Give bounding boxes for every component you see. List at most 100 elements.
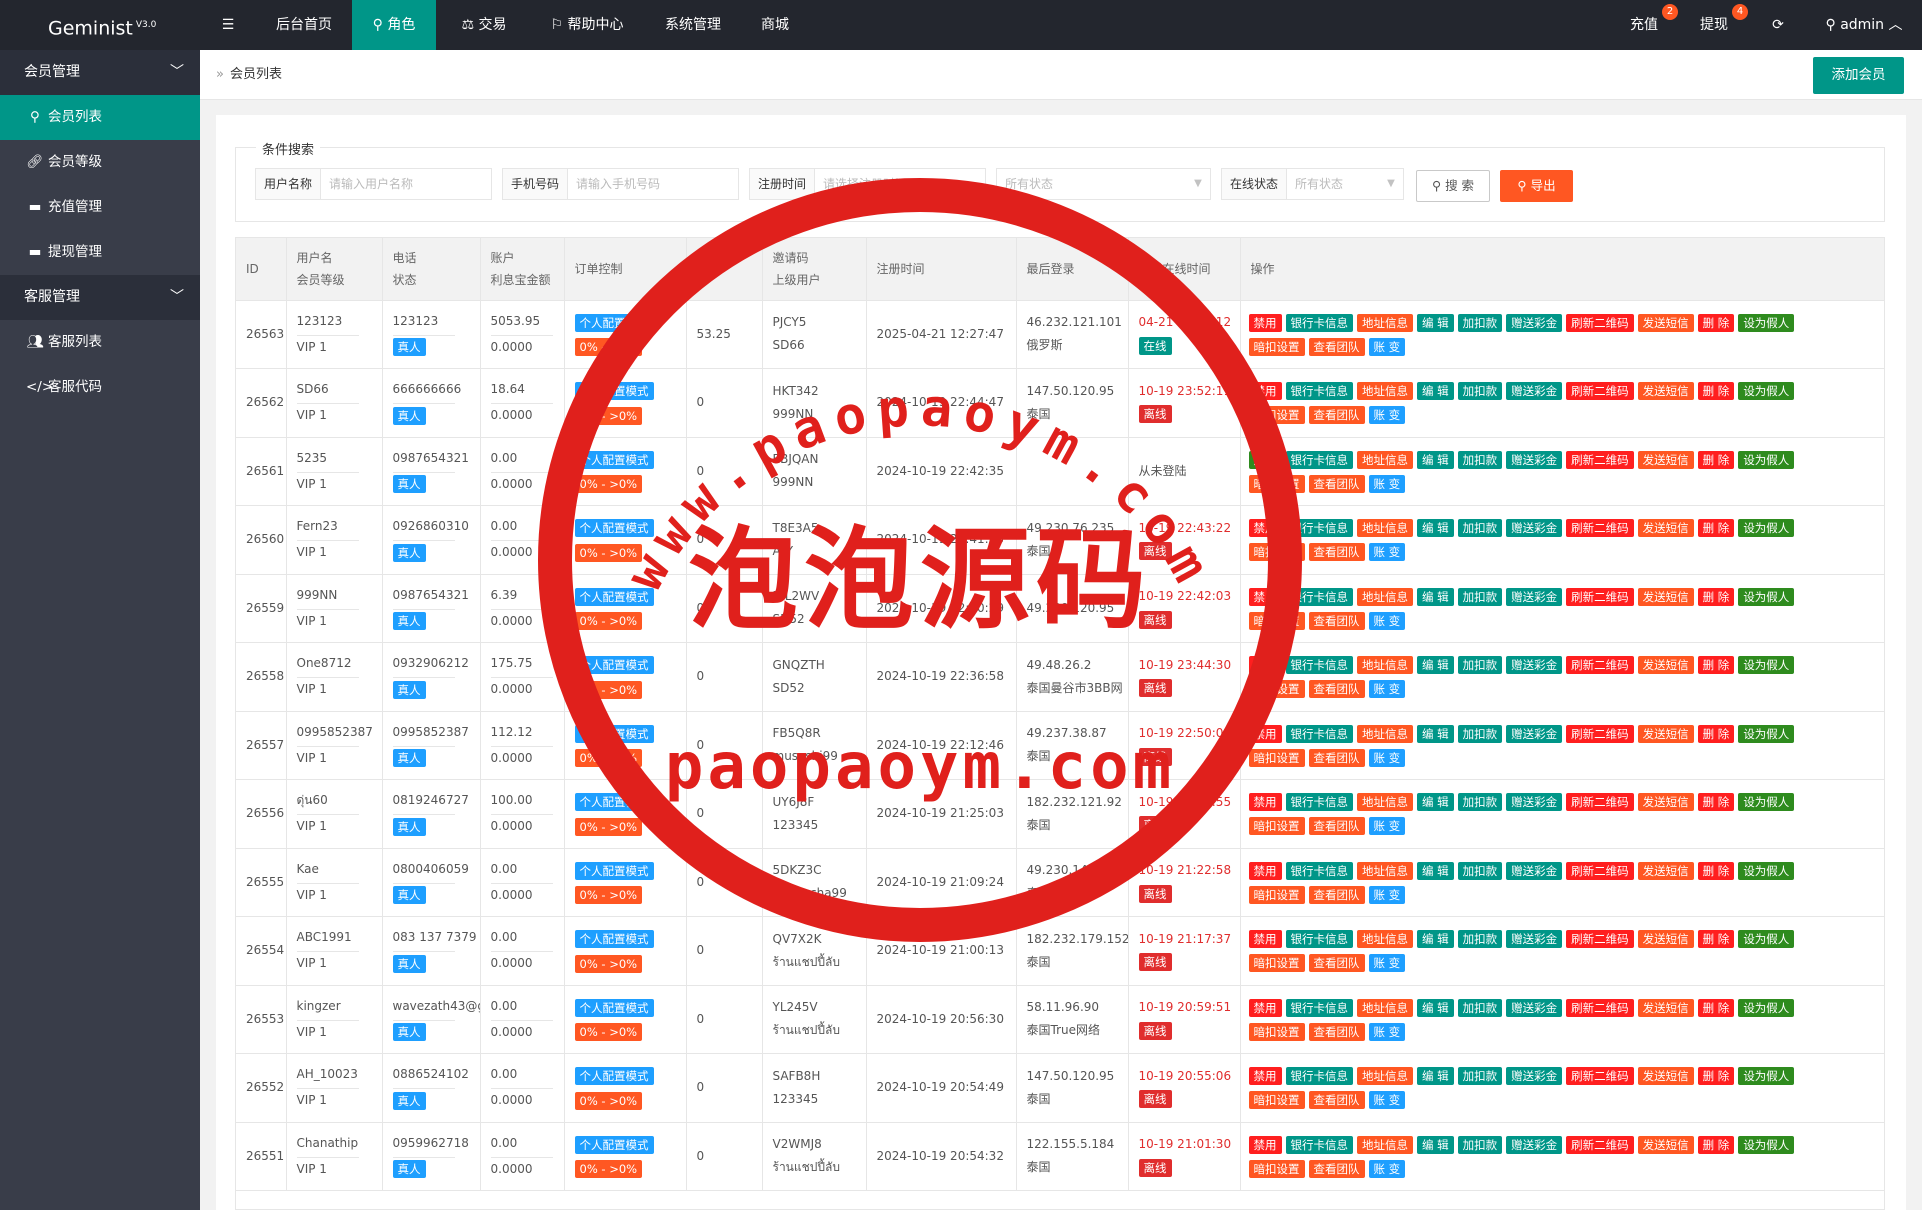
account-change-button[interactable]: 账 变: [1368, 748, 1406, 767]
config-mode-button[interactable]: 个人配置模式: [574, 930, 654, 949]
ban-button[interactable]: 禁用: [1248, 382, 1282, 401]
account-change-button[interactable]: 账 变: [1368, 680, 1406, 699]
bank-info-button[interactable]: 银行卡信息: [1285, 382, 1353, 401]
add-deduct-button[interactable]: 加扣款: [1457, 1135, 1503, 1154]
deduct-setting-button[interactable]: 暗扣设置: [1248, 406, 1305, 425]
address-info-button[interactable]: 地址信息: [1357, 998, 1413, 1017]
set-fake-button[interactable]: 设为假人: [1738, 861, 1795, 880]
reg-time-field[interactable]: 注册时间 请选择注册时间: [749, 168, 986, 200]
nav-system[interactable]: 系统管理: [642, 0, 744, 50]
view-team-button[interactable]: 查看团队: [1308, 885, 1365, 904]
ban-button[interactable]: 禁用: [1248, 724, 1282, 743]
phone-field[interactable]: 手机号码 请输入手机号码: [502, 168, 739, 200]
bank-info-button[interactable]: 银行卡信息: [1285, 793, 1353, 812]
add-deduct-button[interactable]: 加扣款: [1457, 861, 1503, 880]
account-change-button[interactable]: 账 变: [1368, 1159, 1406, 1178]
view-team-button[interactable]: 查看团队: [1308, 611, 1365, 630]
edit-button[interactable]: 编 辑: [1417, 519, 1454, 538]
send-sms-button[interactable]: 发送短信: [1637, 998, 1694, 1017]
add-deduct-button[interactable]: 加扣款: [1457, 313, 1503, 332]
edit-button[interactable]: 编 辑: [1417, 998, 1454, 1017]
gift-bonus-button[interactable]: 赠送彩金: [1506, 450, 1563, 469]
add-deduct-button[interactable]: 加扣款: [1457, 1067, 1503, 1086]
gift-bonus-button[interactable]: 赠送彩金: [1506, 382, 1563, 401]
address-info-button[interactable]: 地址信息: [1357, 313, 1413, 332]
edit-button[interactable]: 编 辑: [1417, 1135, 1454, 1154]
account-change-button[interactable]: 账 变: [1368, 817, 1406, 836]
bank-info-button[interactable]: 银行卡信息: [1285, 1135, 1353, 1154]
delete-button[interactable]: 删 除: [1697, 656, 1735, 675]
bank-info-button[interactable]: 银行卡信息: [1285, 313, 1353, 332]
gift-bonus-button[interactable]: 赠送彩金: [1506, 930, 1563, 949]
add-deduct-button[interactable]: 加扣款: [1457, 382, 1503, 401]
send-sms-button[interactable]: 发送短信: [1637, 587, 1694, 606]
add-deduct-button[interactable]: 加扣款: [1457, 930, 1503, 949]
view-team-button[interactable]: 查看团队: [1308, 748, 1365, 767]
edit-button[interactable]: 编 辑: [1417, 313, 1454, 332]
set-fake-button[interactable]: 设为假人: [1738, 450, 1795, 469]
delete-button[interactable]: 删 除: [1697, 724, 1735, 743]
view-team-button[interactable]: 查看团队: [1308, 1159, 1365, 1178]
gift-bonus-button[interactable]: 赠送彩金: [1506, 793, 1563, 812]
add-deduct-button[interactable]: 加扣款: [1457, 519, 1503, 538]
sidebar-item-member-list[interactable]: ⚲ 会员列表: [0, 95, 200, 140]
add-deduct-button[interactable]: 加扣款: [1457, 998, 1503, 1017]
send-sms-button[interactable]: 发送短信: [1637, 313, 1694, 332]
delete-button[interactable]: 删 除: [1697, 930, 1735, 949]
refresh-qr-button[interactable]: 刷新二维码: [1566, 313, 1634, 332]
refresh-qr-button[interactable]: 刷新二维码: [1566, 450, 1634, 469]
add-deduct-button[interactable]: 加扣款: [1457, 793, 1503, 812]
send-sms-button[interactable]: 发送短信: [1637, 519, 1694, 538]
ban-button[interactable]: 禁用: [1248, 930, 1282, 949]
deduct-setting-button[interactable]: 暗扣设置: [1248, 1159, 1305, 1178]
view-team-button[interactable]: 查看团队: [1308, 1022, 1365, 1041]
set-fake-button[interactable]: 设为假人: [1738, 382, 1795, 401]
sidebar-item-recharge[interactable]: ▬ 充值管理: [0, 185, 200, 230]
send-sms-button[interactable]: 发送短信: [1637, 1135, 1694, 1154]
view-team-button[interactable]: 查看团队: [1308, 337, 1365, 356]
address-info-button[interactable]: 地址信息: [1357, 861, 1413, 880]
edit-button[interactable]: 编 辑: [1417, 861, 1454, 880]
deduct-setting-button[interactable]: 暗扣设置: [1248, 748, 1305, 767]
deduct-setting-button[interactable]: 暗扣设置: [1248, 954, 1305, 973]
config-mode-button[interactable]: 个人配置模式: [574, 724, 654, 743]
ban-button[interactable]: 禁用: [1248, 1067, 1282, 1086]
add-member-button[interactable]: 添加会员: [1813, 57, 1904, 94]
delete-button[interactable]: 删 除: [1697, 998, 1735, 1017]
address-info-button[interactable]: 地址信息: [1357, 656, 1413, 675]
gift-bonus-button[interactable]: 赠送彩金: [1506, 519, 1563, 538]
export-button[interactable]: ⚲ 导出: [1500, 170, 1573, 202]
bank-info-button[interactable]: 银行卡信息: [1285, 930, 1353, 949]
ban-button[interactable]: 禁用: [1248, 1135, 1282, 1154]
config-mode-button[interactable]: 个人配置模式: [574, 861, 654, 880]
recharge-link[interactable]: 充值 2: [1610, 0, 1678, 50]
address-info-button[interactable]: 地址信息: [1357, 382, 1413, 401]
address-info-button[interactable]: 地址信息: [1357, 1135, 1413, 1154]
nav-home[interactable]: 后台首页: [256, 0, 352, 50]
send-sms-button[interactable]: 发送短信: [1637, 724, 1694, 743]
ban-button[interactable]: 禁用: [1248, 656, 1282, 675]
bank-info-button[interactable]: 银行卡信息: [1285, 998, 1353, 1017]
set-fake-button[interactable]: 设为假人: [1738, 724, 1795, 743]
delete-button[interactable]: 删 除: [1697, 587, 1735, 606]
address-info-button[interactable]: 地址信息: [1357, 930, 1413, 949]
refresh-qr-button[interactable]: 刷新二维码: [1566, 587, 1634, 606]
refresh-qr-button[interactable]: 刷新二维码: [1566, 382, 1634, 401]
nav-trade[interactable]: ⚖ 交易: [436, 0, 532, 50]
delete-button[interactable]: 删 除: [1697, 382, 1735, 401]
account-change-button[interactable]: 账 变: [1368, 1022, 1406, 1041]
reg-time-input[interactable]: 请选择注册时间: [815, 169, 985, 199]
set-fake-button[interactable]: 设为假人: [1738, 1067, 1795, 1086]
refresh-icon[interactable]: ⟳: [1760, 0, 1796, 50]
view-team-button[interactable]: 查看团队: [1308, 406, 1365, 425]
delete-button[interactable]: 删 除: [1697, 861, 1735, 880]
refresh-qr-button[interactable]: 刷新二维码: [1566, 656, 1634, 675]
send-sms-button[interactable]: 发送短信: [1637, 450, 1694, 469]
deduct-setting-button[interactable]: 暗扣设置: [1248, 885, 1305, 904]
deduct-setting-button[interactable]: 暗扣设置: [1248, 1091, 1305, 1110]
refresh-qr-button[interactable]: 刷新二维码: [1566, 998, 1634, 1017]
bank-info-button[interactable]: 银行卡信息: [1285, 656, 1353, 675]
ban-button[interactable]: 禁用: [1248, 861, 1282, 880]
config-mode-button[interactable]: 个人配置模式: [574, 656, 654, 675]
refresh-qr-button[interactable]: 刷新二维码: [1566, 724, 1634, 743]
